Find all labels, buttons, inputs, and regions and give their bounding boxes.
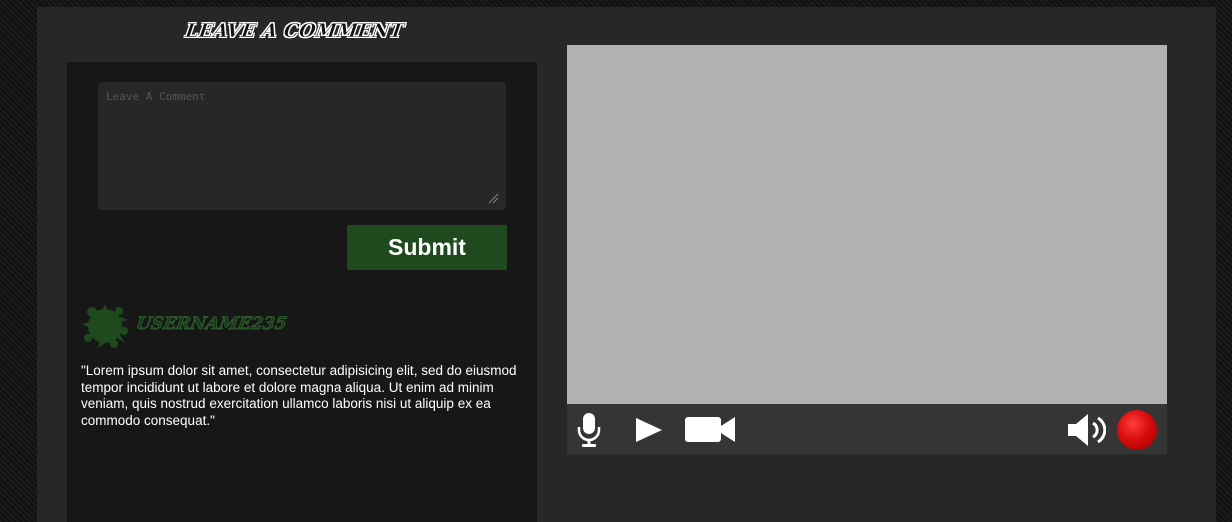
microphone-icon[interactable]: [577, 412, 601, 448]
comment-input[interactable]: [98, 82, 506, 210]
avatar-splat-icon: [82, 304, 128, 348]
volume-icon[interactable]: [1066, 412, 1106, 448]
play-icon[interactable]: [634, 417, 664, 443]
leave-comment-title: Leave A Comment: [184, 20, 406, 43]
submit-button[interactable]: Submit: [347, 225, 507, 270]
camera-icon[interactable]: [685, 416, 737, 443]
video-screen[interactable]: [567, 45, 1167, 404]
comment-username[interactable]: USERNAME235: [134, 314, 288, 338]
record-button[interactable]: [1117, 410, 1157, 450]
resize-grip-icon[interactable]: [487, 192, 499, 204]
comment-text: "Lorem ipsum dolor sit amet, consectetur…: [81, 363, 517, 428]
